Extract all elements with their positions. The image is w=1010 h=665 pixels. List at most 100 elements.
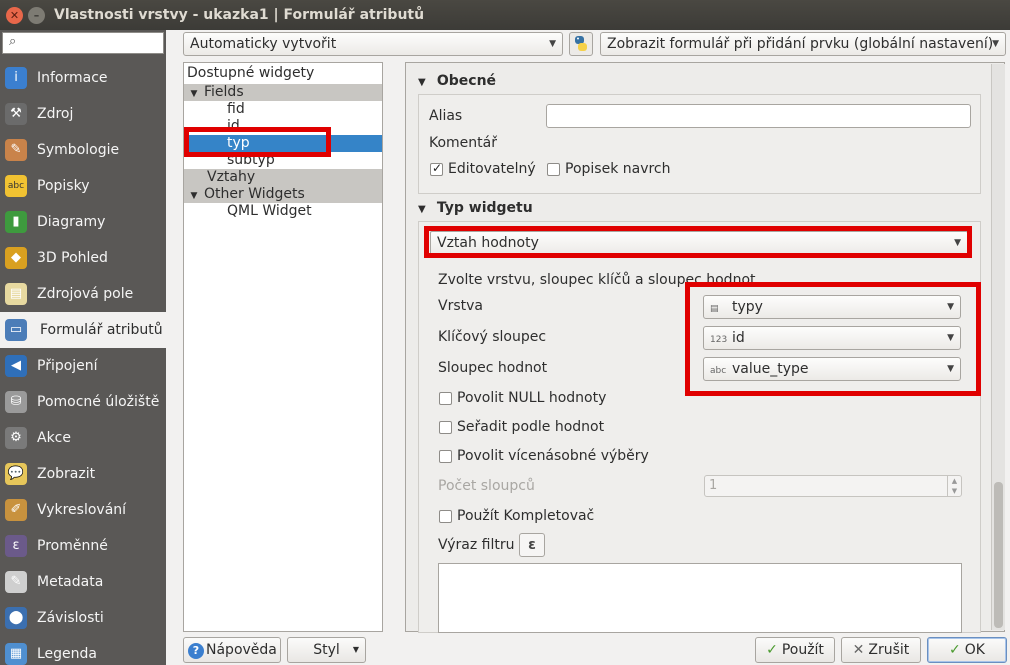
- cancel-button[interactable]: ✕ Zrušit: [841, 637, 921, 663]
- info-icon: i: [5, 67, 27, 89]
- editable-checkbox[interactable]: [430, 161, 443, 176]
- maximize-window-button[interactable]: –: [28, 7, 45, 24]
- speech-bubble-icon: 💬: [5, 463, 27, 485]
- sidebar-item-metadata[interactable]: ✎ Metadata: [0, 564, 166, 600]
- label-on-top-checkbox[interactable]: [547, 163, 560, 176]
- sidebar-item-legend[interactable]: ▦ Legenda: [0, 636, 166, 665]
- sidebar-item-label: Akce: [37, 430, 71, 446]
- diagram-icon: ▮: [5, 211, 27, 233]
- sidebar-item-cube[interactable]: ◆ 3D Pohled: [0, 240, 166, 276]
- window-title: Vlastnosti vrstvy - ukazka1 | Formulář a…: [54, 7, 425, 23]
- style-label: Styl: [313, 642, 340, 658]
- order-by-value-checkbox[interactable]: [439, 421, 452, 434]
- sidebar-item-label: Zobrazit: [37, 466, 96, 482]
- ok-label: OK: [964, 642, 985, 658]
- paintbrush-icon: ✎: [5, 139, 27, 161]
- search-icon: ⌕: [9, 34, 17, 49]
- sidebar-item-storage[interactable]: ⛁ Pomocné úložiště: [0, 384, 166, 420]
- editable-label: Editovatelný: [448, 161, 536, 177]
- sidebar-item-gear[interactable]: ⚙ Akce: [0, 420, 166, 456]
- expression-builder-button[interactable]: ε: [519, 533, 545, 557]
- gear-icon: ⚙: [5, 427, 27, 449]
- sidebar-item-label: Formulář atributů: [40, 322, 163, 338]
- sidebar-item-speech-bubble[interactable]: 💬 Zobrazit: [0, 456, 166, 492]
- use-completer-label: Použít Kompletovač: [457, 508, 595, 524]
- sidebar-item-epsilon[interactable]: ε Proměnné: [0, 528, 166, 564]
- spin-arrows-icon[interactable]: ▲ ▼: [947, 476, 961, 496]
- highlight-box-relation-combos: [685, 282, 981, 396]
- panel-scrollbar[interactable]: [991, 64, 1005, 630]
- tree-group-vztahy[interactable]: Vztahy: [184, 169, 382, 186]
- ok-button[interactable]: ✓ OK: [927, 637, 1007, 663]
- sidebar-item-label-abc[interactable]: abc Popisky: [0, 168, 166, 204]
- key-column-label: Klíčový sloupec: [438, 329, 547, 345]
- sidebar-item-label: Závislosti: [37, 610, 104, 626]
- value-column-label: Sloupec hodnot: [438, 360, 548, 376]
- style-button[interactable]: Styl ▼: [287, 637, 366, 663]
- sidebar-item-paintbrush[interactable]: ✎ Symbologie: [0, 132, 166, 168]
- apply-button[interactable]: ✓ Použít: [755, 637, 835, 663]
- cube-icon: ◆: [5, 247, 27, 269]
- legend-icon: ▦: [5, 643, 27, 665]
- order-by-value-label: Seřadit podle hodnot: [457, 419, 605, 435]
- sidebar-item-join[interactable]: ◀ Připojení: [0, 348, 166, 384]
- search-input[interactable]: ⌕: [2, 32, 164, 54]
- tree-group-label: Other Widgets: [204, 186, 305, 202]
- close-window-button[interactable]: ✕: [6, 7, 23, 24]
- fields-table-icon: ▤: [5, 283, 27, 305]
- widget-type-section-header[interactable]: ▼ Typ widgetu: [418, 200, 533, 216]
- layout-combo[interactable]: Automaticky vytvořit ▼: [183, 32, 563, 56]
- sidebar-item-wrench[interactable]: ⚒ Zdroj: [0, 96, 166, 132]
- collapse-arrow-icon[interactable]: ▼: [418, 204, 432, 215]
- sidebar-item-fields-table[interactable]: ▤ Zdrojová pole: [0, 276, 166, 312]
- close-icon: ✕: [852, 642, 865, 658]
- layer-label: Vrstva: [438, 298, 483, 314]
- column-count-spinbox[interactable]: 1 ▲ ▼: [704, 475, 962, 497]
- help-button[interactable]: ? Nápověda: [183, 637, 281, 663]
- tree-item-fid[interactable]: fid: [227, 101, 245, 118]
- scrollbar-thumb[interactable]: [994, 482, 1003, 628]
- wrench-icon: ⚒: [5, 103, 27, 125]
- sidebar-item-label: Pomocné úložiště: [37, 394, 160, 410]
- sidebar-item-diagram[interactable]: ▮ Diagramy: [0, 204, 166, 240]
- python-icon: [575, 36, 587, 51]
- check-icon: ✓: [766, 642, 778, 658]
- use-completer-checkbox[interactable]: [439, 510, 452, 523]
- feature-form-suppress-combo[interactable]: Zobrazit formulář při přidání prvku (glo…: [600, 32, 1006, 56]
- allow-null-checkbox[interactable]: [439, 392, 452, 405]
- tree-group-other-widgets[interactable]: ▼ Other Widgets: [184, 186, 382, 203]
- filter-expression-textarea[interactable]: [438, 563, 962, 633]
- tree-item-qml-widget[interactable]: QML Widget: [227, 203, 312, 220]
- highlight-box-typ: [184, 127, 331, 157]
- sidebar-item-label: Zdroj: [37, 106, 74, 122]
- chevron-down-icon: ▼: [549, 39, 556, 49]
- column-count-value: 1: [709, 478, 718, 493]
- allow-null-label: Povolit NULL hodnoty: [457, 390, 607, 406]
- allow-multi-checkbox[interactable]: [439, 450, 452, 463]
- metadata-icon: ✎: [5, 571, 27, 593]
- join-icon: ◀: [5, 355, 27, 377]
- sidebar-item-dependencies[interactable]: ⬤ Závislosti: [0, 600, 166, 636]
- cancel-label: Zrušit: [868, 642, 910, 658]
- label-on-top-label: Popisek navrch: [565, 161, 671, 177]
- sidebar-item-form[interactable]: ▭ Formulář atributů: [0, 312, 166, 348]
- sidebar-item-brush[interactable]: ✐ Vykreslování: [0, 492, 166, 528]
- collapse-arrow-icon[interactable]: ▼: [418, 77, 432, 88]
- window-titlebar: ✕ – Vlastnosti vrstvy - ukazka1 | Formul…: [0, 0, 1010, 30]
- sidebar-item-info[interactable]: i Informace: [0, 60, 166, 96]
- sidebar-item-label: Symbologie: [37, 142, 120, 158]
- collapse-arrow-icon[interactable]: ▼: [184, 86, 204, 103]
- epsilon-icon: ε: [528, 537, 536, 553]
- tree-header: Dostupné widgety: [187, 65, 315, 81]
- apply-label: Použít: [781, 642, 824, 658]
- collapse-arrow-icon[interactable]: ▼: [184, 188, 204, 205]
- sidebar-item-label: Metadata: [37, 574, 104, 590]
- python-init-button[interactable]: [569, 32, 593, 56]
- help-icon: ?: [188, 643, 204, 659]
- tree-group-fields[interactable]: ▼ Fields: [184, 84, 382, 101]
- comment-label: Komentář: [429, 135, 497, 151]
- general-section-header[interactable]: ▼ Obecné: [418, 73, 496, 89]
- alias-input[interactable]: [546, 104, 971, 128]
- sidebar-item-label: Diagramy: [37, 214, 106, 230]
- feature-form-combo-value: Zobrazit formulář při přidání prvku (glo…: [607, 36, 994, 52]
